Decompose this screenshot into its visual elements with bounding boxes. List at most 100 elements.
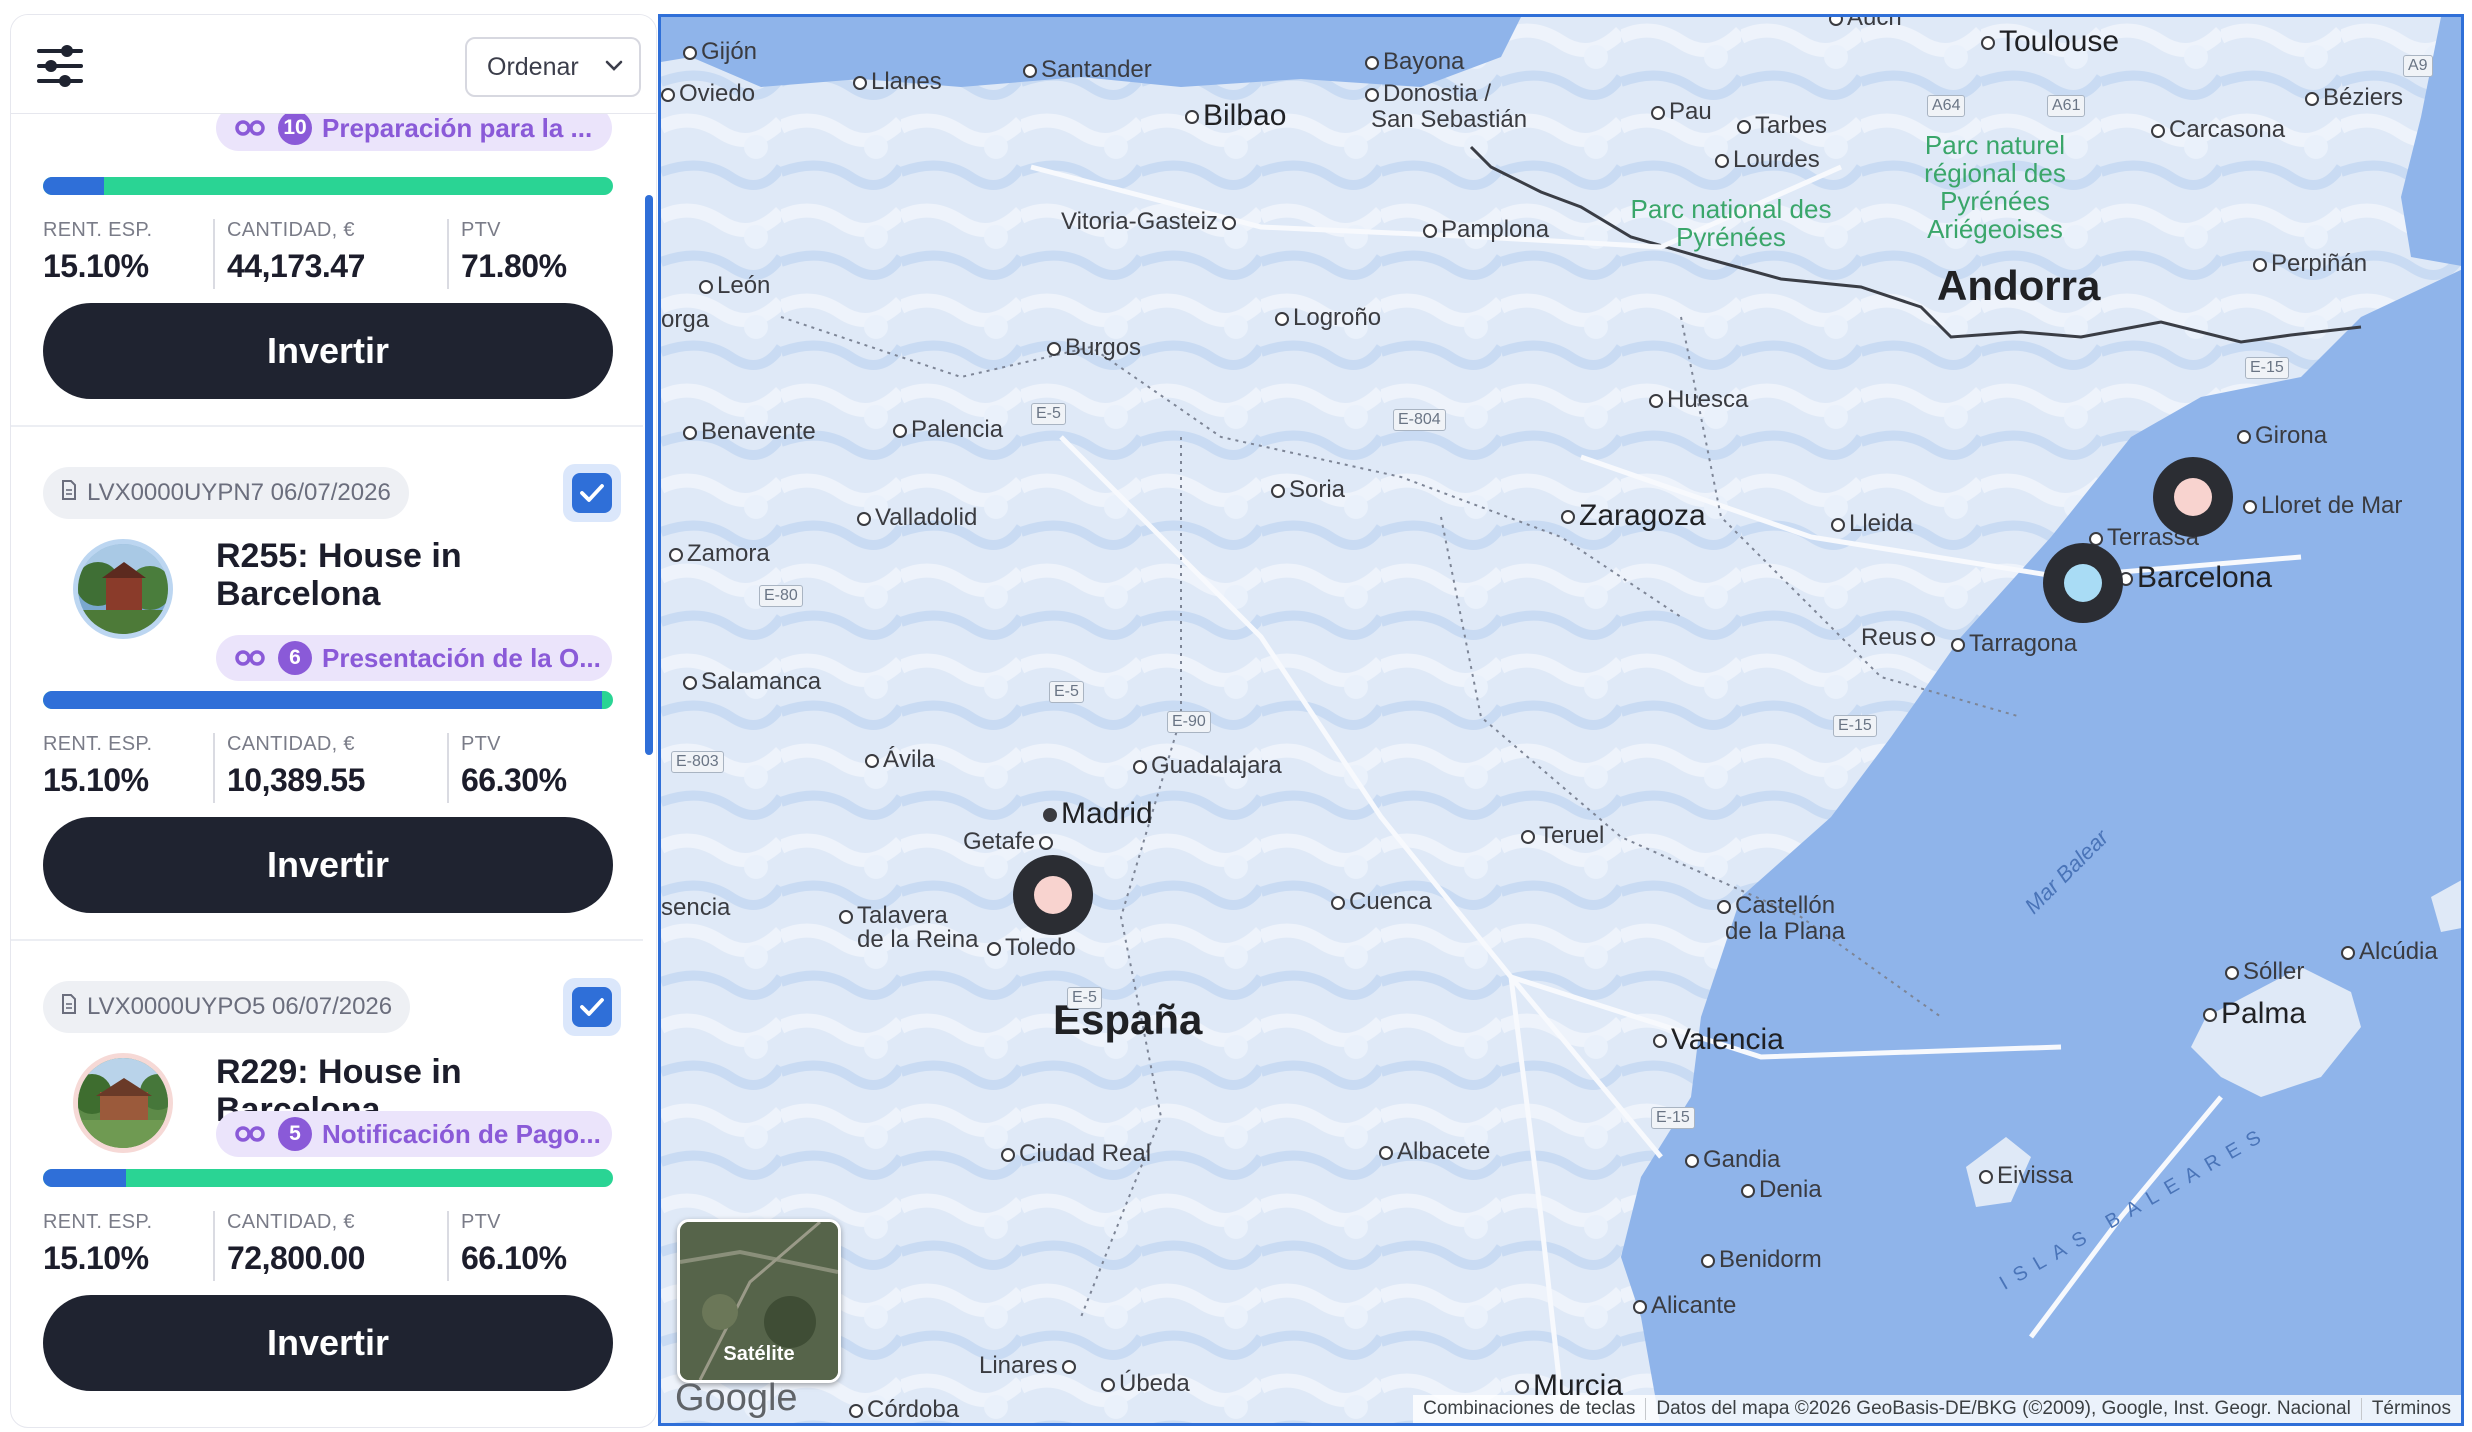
- sort-dropdown[interactable]: Ordenar: [465, 37, 641, 97]
- city-label[interactable]: Linares: [979, 1353, 1080, 1379]
- city-label[interactable]: Reus: [1861, 625, 1939, 651]
- road-shield: E-80: [759, 585, 803, 607]
- select-checkbox[interactable]: [563, 978, 621, 1036]
- city-label[interactable]: Huesca: [1649, 387, 1748, 413]
- city-label[interactable]: Lloret de Mar: [2243, 493, 2402, 519]
- city-label[interactable]: Palma: [2203, 999, 2306, 1029]
- city-label[interactable]: Lourdes: [1715, 147, 1820, 173]
- stage-number: 6: [278, 641, 312, 675]
- city-label[interactable]: Oviedo: [661, 81, 755, 107]
- satellite-label: Satélite: [723, 1343, 795, 1365]
- city-label[interactable]: Lleida: [1831, 511, 1913, 537]
- stat-amount: CANTIDAD, €10,389.55: [213, 733, 427, 803]
- city-label[interactable]: Úbeda: [1101, 1371, 1190, 1397]
- city-label[interactable]: Vitoria-Gasteiz: [1061, 209, 1240, 235]
- city-label[interactable]: Getafe: [963, 829, 1057, 855]
- road-shield: E-15: [1833, 715, 1877, 737]
- listing-card: LVX0000UYPN7 06/07/2026 R255: House in B…: [11, 427, 643, 939]
- city-label[interactable]: Benidorm: [1701, 1247, 1822, 1273]
- invest-button[interactable]: Invertir: [43, 1295, 613, 1391]
- city-label[interactable]: Albacete: [1379, 1139, 1490, 1165]
- city-label[interactable]: Gandia: [1685, 1147, 1780, 1173]
- stage-pill[interactable]: 6 Presentación de la O...: [216, 635, 612, 681]
- city-label[interactable]: Girona: [2237, 423, 2327, 449]
- city-label[interactable]: Zamora: [669, 541, 770, 567]
- city-label[interactable]: Sóller: [2225, 959, 2304, 985]
- city-label[interactable]: Pamplona: [1423, 217, 1549, 243]
- city-label[interactable]: Teruel: [1521, 823, 1604, 849]
- city-label[interactable]: Madrid: [1043, 799, 1153, 829]
- city-label[interactable]: Córdoba: [849, 1397, 959, 1423]
- property-thumbnail[interactable]: [73, 539, 173, 639]
- city-label[interactable]: Toulouse: [1981, 27, 2119, 57]
- city-label[interactable]: Valencia: [1653, 1025, 1784, 1055]
- city-label[interactable]: Denia: [1741, 1177, 1822, 1203]
- city-label[interactable]: Burgos: [1047, 335, 1141, 361]
- city-label[interactable]: orga: [661, 307, 709, 333]
- city-label[interactable]: sencia: [661, 895, 730, 921]
- funding-progress-bar: [43, 177, 613, 195]
- city-label[interactable]: Llanes: [853, 69, 942, 95]
- stage-label: Notificación de Pago...: [322, 1118, 601, 1149]
- city-label[interactable]: Alcúdia: [2341, 939, 2438, 965]
- city-label[interactable]: Perpiñán: [2253, 251, 2367, 277]
- link-icon: [234, 648, 274, 668]
- filters-icon[interactable]: [35, 43, 85, 89]
- stat-ltv: PTV 71.80%: [447, 219, 621, 289]
- stage-number: 5: [278, 1117, 312, 1151]
- city-label[interactable]: Auch: [1829, 17, 1902, 31]
- map-view[interactable]: Gijón Oviedo Llanes Santander Bilbao Bay…: [658, 14, 2464, 1426]
- panel-header: Ordenar: [11, 15, 656, 114]
- city-label[interactable]: Guadalajara: [1133, 753, 1282, 779]
- city-label[interactable]: León: [699, 273, 770, 299]
- park-label: Parc naturel régional des Pyrénées Ariég…: [1924, 130, 2066, 244]
- invest-button[interactable]: Invertir: [43, 303, 613, 399]
- city-label[interactable]: Pau: [1651, 99, 1712, 125]
- city-label[interactable]: Eivissa: [1979, 1163, 2073, 1189]
- city-label[interactable]: Tarbes: [1737, 113, 1827, 139]
- city-label[interactable]: Palencia: [893, 417, 1003, 443]
- city-label[interactable]: Soria: [1271, 477, 1345, 503]
- property-thumbnail[interactable]: [73, 1053, 173, 1153]
- satellite-toggle[interactable]: Satélite: [677, 1219, 841, 1383]
- city-label[interactable]: Valladolid: [857, 505, 977, 531]
- city-label[interactable]: Donostia /: [1365, 81, 1491, 107]
- city-label[interactable]: Tarragona: [1951, 631, 2077, 657]
- city-label[interactable]: Benavente: [683, 419, 816, 445]
- city-label[interactable]: Castellón: [1717, 893, 1835, 919]
- city-label[interactable]: Zaragoza: [1561, 501, 1706, 531]
- scrollbar-thumb[interactable]: [645, 195, 653, 755]
- road-shield: E-804: [1393, 409, 1446, 431]
- city-label[interactable]: San Sebastián: [1371, 107, 1527, 133]
- invest-button[interactable]: Invertir: [43, 817, 613, 913]
- terms-link[interactable]: Términos: [2360, 1398, 2461, 1420]
- city-label[interactable]: Bilbao: [1185, 101, 1286, 131]
- city-label[interactable]: Bayona: [1365, 49, 1464, 75]
- city-label[interactable]: Ávila: [865, 747, 935, 773]
- stat-amount: CANTIDAD, €72,800.00: [213, 1211, 427, 1281]
- city-label[interactable]: Toledo: [987, 935, 1076, 961]
- select-checkbox[interactable]: [563, 464, 621, 522]
- stat-expected-return: RENT. ESP. 15.10%: [43, 733, 153, 798]
- map-marker[interactable]: [1013, 855, 1093, 935]
- city-label[interactable]: Santander: [1023, 57, 1152, 83]
- map-marker[interactable]: [2043, 543, 2123, 623]
- stat-ltv: PTV 66.30%: [447, 733, 621, 803]
- city-label[interactable]: Cuenca: [1331, 889, 1432, 915]
- stage-pill[interactable]: 5 Notificación de Pago...: [216, 1111, 612, 1157]
- city-label[interactable]: Alicante: [1633, 1293, 1736, 1319]
- city-label[interactable]: Gijón: [683, 39, 757, 65]
- city-label[interactable]: Logroño: [1275, 305, 1381, 331]
- road-shield: E-90: [1167, 711, 1211, 733]
- map-marker[interactable]: [2153, 457, 2233, 537]
- road-shield: E-15: [2245, 357, 2289, 379]
- city-label[interactable]: Barcelona: [2119, 563, 2272, 593]
- city-label[interactable]: Carcasona: [2151, 117, 2285, 143]
- city-label[interactable]: Béziers: [2305, 85, 2403, 111]
- city-label[interactable]: Salamanca: [683, 669, 821, 695]
- city-label[interactable]: de la Reina: [857, 927, 978, 953]
- keyboard-shortcuts-link[interactable]: Combinaciones de teclas: [1413, 1398, 1645, 1420]
- city-label[interactable]: de la Plana: [1725, 919, 1845, 945]
- property-title[interactable]: R255: House in Barcelona: [216, 537, 626, 613]
- city-label[interactable]: Ciudad Real: [1001, 1141, 1151, 1167]
